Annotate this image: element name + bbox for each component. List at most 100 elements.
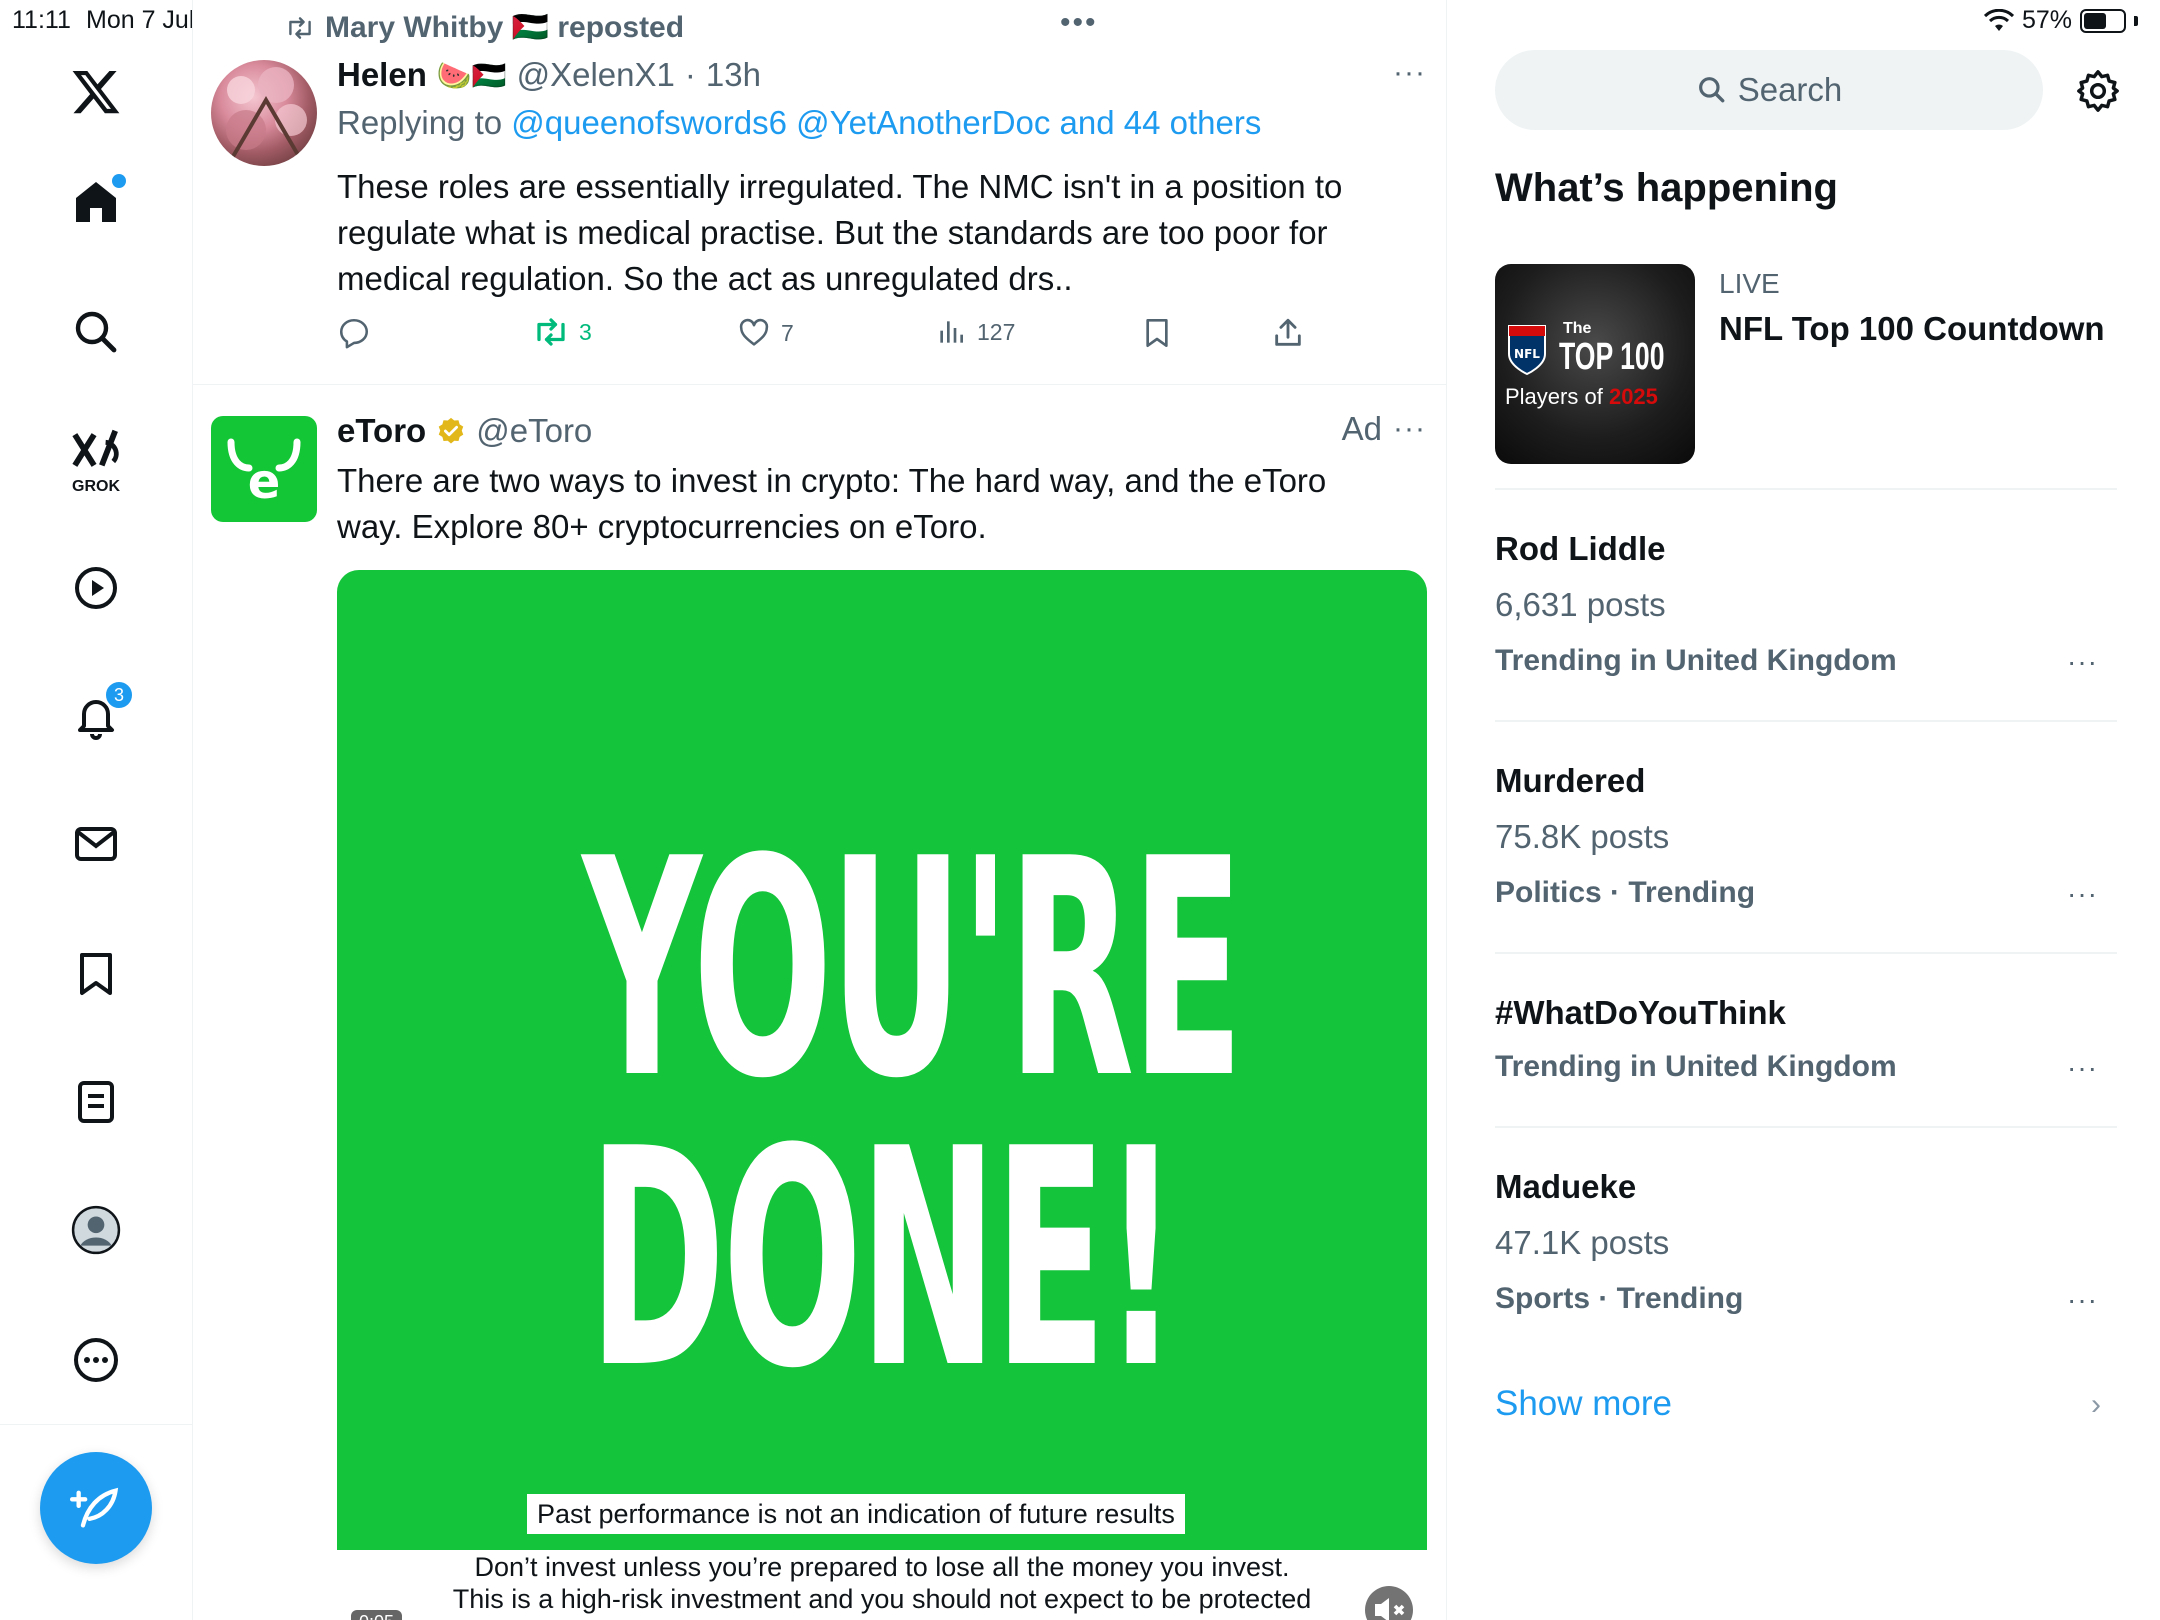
ad-author-name[interactable]: eToro xyxy=(337,412,426,450)
home-icon[interactable] xyxy=(66,172,126,232)
svg-text:e: e xyxy=(248,454,281,510)
compose-post-button[interactable] xyxy=(40,1452,152,1564)
compose-quill-icon xyxy=(70,1487,119,1528)
grok-label: GROK xyxy=(72,478,120,495)
post-time[interactable]: 13h xyxy=(706,56,761,94)
reply-icon xyxy=(339,318,369,349)
tweet1-header: Helen 🍉🇵🇸 @XelenX1 · 13h xyxy=(337,56,761,94)
trend-more-button[interactable]: ··· xyxy=(2067,1052,2098,1084)
bookmark-button[interactable] xyxy=(1141,316,1173,350)
bookmark-icon xyxy=(1146,319,1168,347)
trend-meta: Politics · Trending xyxy=(1495,876,1756,909)
trend-name[interactable]: Rod Liddle xyxy=(1495,530,1665,568)
author-handle[interactable]: @XelenX1 xyxy=(517,56,675,94)
verified-gold-badge-icon xyxy=(438,417,464,444)
trend-name[interactable]: Murdered xyxy=(1495,762,1645,800)
tweet1-actions: 3 7 127 xyxy=(337,316,1337,360)
replying-to: Replying to @queenofswords6 @YetAnotherD… xyxy=(337,104,1261,142)
share-icon xyxy=(1275,318,1301,346)
search-icon[interactable] xyxy=(66,302,126,362)
right-sidebar: Search What’s happening NFL The TOP 100 … xyxy=(1447,0,2160,1620)
tweet2-header: eToro @eToro xyxy=(337,412,592,450)
heart-icon xyxy=(739,318,769,346)
left-nav: GROK 3 xyxy=(0,0,193,1620)
tweet2-more-button[interactable]: ··· xyxy=(1393,412,1426,446)
repost-icon xyxy=(289,16,311,39)
timeline: Mary Whitby 🇵🇸 reposted Helen 🍉🇵🇸 @Xelen… xyxy=(193,0,1447,1620)
search-placeholder: Search xyxy=(1737,71,1843,108)
ad-video[interactable]: YOU'RE DONE! Past performance is not an … xyxy=(337,570,1427,1620)
notifications-badge: 3 xyxy=(104,680,134,710)
nfl-logo-icon: NFL xyxy=(1508,325,1546,376)
svg-text:NFL: NFL xyxy=(1514,347,1540,361)
views-button[interactable]: 127 xyxy=(935,316,1015,348)
etoro-logo-icon: e xyxy=(227,438,301,510)
ad-warning-strip: Don’t invest unless you’re prepared to l… xyxy=(337,1550,1427,1620)
messages-icon[interactable] xyxy=(66,814,126,874)
chevron-right-icon: › xyxy=(2091,1388,2101,1421)
author-name[interactable]: Helen xyxy=(337,56,427,94)
trend-meta: Trending in United Kingdom xyxy=(1495,644,1897,677)
reply-button[interactable] xyxy=(337,316,371,350)
more-options-icon[interactable] xyxy=(66,1330,126,1390)
thumb-top100: TOP 100 xyxy=(1559,336,1665,378)
ad-headline-line2: DONE! xyxy=(588,1085,1179,1434)
tweet1-more-button[interactable]: ··· xyxy=(1393,56,1426,90)
trend-name[interactable]: #WhatDoYouThink xyxy=(1495,994,1786,1032)
mute-button[interactable] xyxy=(1365,1586,1413,1620)
trend-more-button[interactable]: ··· xyxy=(2067,646,2098,678)
like-count: 7 xyxy=(781,319,794,346)
home-unread-dot xyxy=(112,174,126,188)
name-emoji: 🍉🇵🇸 xyxy=(436,59,507,91)
trend-name[interactable]: Madueke xyxy=(1495,1168,1636,1206)
thumb-year: 2025 xyxy=(1608,384,1658,409)
like-button[interactable]: 7 xyxy=(737,316,794,350)
repost-indicator[interactable]: Mary Whitby 🇵🇸 reposted xyxy=(285,10,684,45)
trend-more-button[interactable]: ··· xyxy=(2067,878,2098,910)
helen-avatar[interactable] xyxy=(211,60,317,166)
ad-author-handle[interactable]: @eToro xyxy=(476,412,592,450)
search-input[interactable]: Search xyxy=(1495,50,2043,130)
ad-warning-line1: Don’t invest unless you’re prepared to l… xyxy=(474,1552,1290,1582)
trend-meta: Trending in United Kingdom xyxy=(1495,1050,1897,1083)
replying-prefix: Replying to xyxy=(337,104,503,141)
share-button[interactable] xyxy=(1271,316,1305,350)
replying-to-links[interactable]: @queenofswords6 @YetAnotherDoc and 44 ot… xyxy=(511,104,1261,141)
ad-disclaimer: Past performance is not an indication of… xyxy=(527,1494,1185,1534)
repost-text: Mary Whitby 🇵🇸 reposted xyxy=(325,11,685,44)
x-logo-icon[interactable] xyxy=(66,62,126,122)
tweet2-text: There are two ways to invest in crypto: … xyxy=(337,462,1327,545)
bookmarks-icon[interactable] xyxy=(66,944,126,1004)
trend-count: 75.8K posts xyxy=(1495,818,1670,855)
live-label: LIVE xyxy=(1719,268,1780,299)
notifications-bell-icon[interactable]: 3 xyxy=(66,680,134,746)
whats-happening-title: What’s happening xyxy=(1495,166,1838,210)
live-event-thumbnail[interactable]: NFL The TOP 100 Players of 2025 xyxy=(1495,264,1695,464)
video-timestamp: 0:05 xyxy=(351,1610,403,1620)
ad-headline-line1: YOU'RE xyxy=(582,795,1244,1144)
profile-avatar-icon[interactable] xyxy=(66,1200,126,1260)
speaker-muted-icon xyxy=(1375,1598,1405,1620)
settings-gear-icon[interactable] xyxy=(2075,68,2121,114)
search-icon xyxy=(1698,77,1725,103)
ad-warning-line2: This is a high-risk investment and you s… xyxy=(452,1584,1312,1614)
show-more-link[interactable]: Show more xyxy=(1495,1384,1672,1424)
ad-label: Ad xyxy=(1341,410,1382,447)
tweet1-text: These roles are essentially irregulated.… xyxy=(337,168,1343,297)
video-icon[interactable] xyxy=(66,558,126,618)
thumb-players-of: Players of xyxy=(1505,384,1603,409)
trend-meta: Sports · Trending xyxy=(1495,1282,1744,1315)
view-count: 127 xyxy=(977,318,1016,345)
analytics-icon xyxy=(940,321,963,343)
grok-icon[interactable] xyxy=(66,420,126,480)
live-event-title[interactable]: NFL Top 100 Countdown xyxy=(1719,310,2105,348)
trend-more-button[interactable]: ··· xyxy=(2067,1284,2098,1316)
time-separator: · xyxy=(684,56,696,93)
repost-icon xyxy=(537,318,565,346)
repost-count: 3 xyxy=(579,318,592,345)
etoro-avatar[interactable]: e xyxy=(211,416,317,522)
lists-icon[interactable] xyxy=(66,1072,126,1132)
trend-count: 6,631 posts xyxy=(1495,586,1666,623)
trend-count: 47.1K posts xyxy=(1495,1224,1670,1261)
repost-button[interactable]: 3 xyxy=(533,316,592,348)
